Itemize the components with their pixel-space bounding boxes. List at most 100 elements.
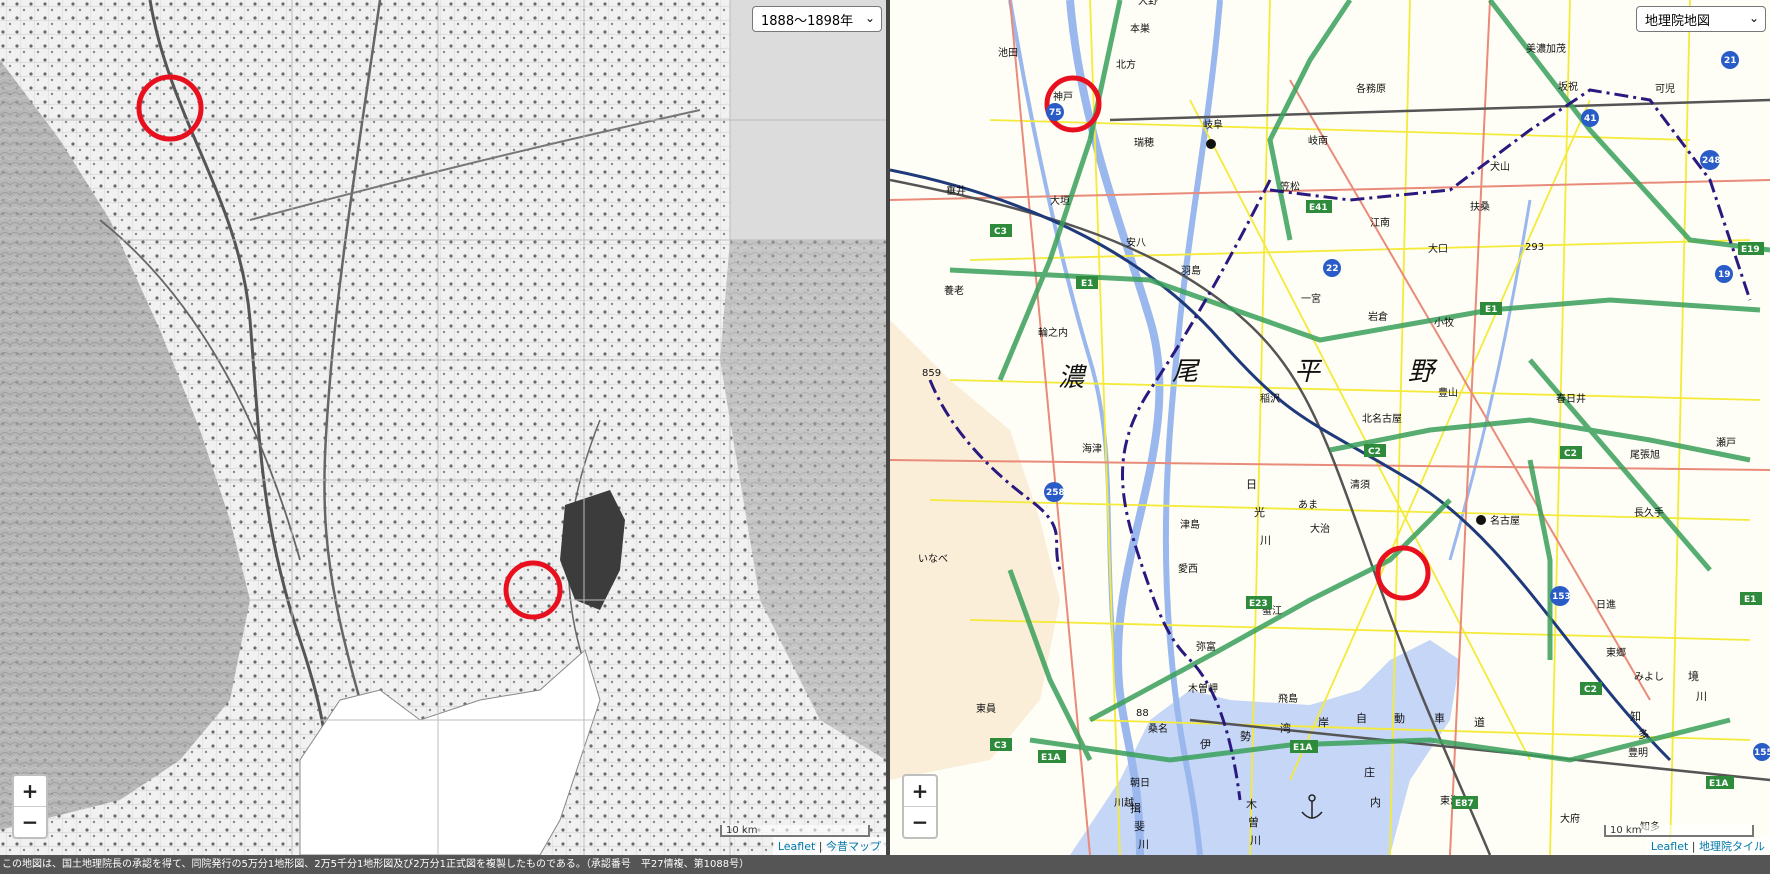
svg-text:曽: 曽	[1248, 815, 1259, 829]
attribution: Leaflet | 地理院タイル	[1645, 837, 1770, 855]
place-label: 池田	[998, 46, 1018, 59]
place-label: 桑名	[1148, 722, 1168, 735]
place-label: 岐阜	[1203, 118, 1223, 131]
attr-sep: |	[1691, 840, 1696, 853]
leaflet-link[interactable]: Leaflet	[778, 840, 815, 853]
svg-text:日: 日	[1246, 478, 1257, 491]
svg-text:内: 内	[1370, 795, 1381, 809]
place-label: 88	[1136, 708, 1149, 719]
svg-text:41: 41	[1584, 114, 1597, 124]
svg-text:川: 川	[1696, 690, 1707, 703]
svg-text:153: 153	[1552, 592, 1571, 602]
place-label: 朝日	[1130, 777, 1150, 789]
place-label: いなべ	[918, 553, 948, 565]
source-link[interactable]: 今昔マップ	[826, 840, 881, 853]
gsi-map-pane[interactable]: 大野 本巣 池田 北方 神戸 美濃加茂 坂祝 可児 各務原 瑞穂 岐阜 岐南 垂…	[890, 0, 1770, 855]
place-label: 瀬戸	[1716, 437, 1736, 449]
place-label: 瑞穂	[1134, 136, 1154, 149]
place-label: 大府	[1560, 812, 1580, 825]
place-label: 飛島	[1278, 692, 1298, 705]
svg-text:22: 22	[1326, 264, 1339, 274]
place-label: 神戸	[1053, 90, 1073, 103]
svg-text:木: 木	[1246, 798, 1257, 811]
zoom-in-button[interactable]: +	[14, 776, 46, 806]
svg-text:勢: 勢	[1240, 729, 1251, 743]
place-label: 東郷	[1606, 646, 1626, 659]
place-label: 養老	[944, 284, 964, 297]
svg-text:258: 258	[1046, 488, 1065, 498]
svg-text:車: 車	[1434, 711, 1445, 725]
svg-text:道: 道	[1474, 715, 1485, 729]
svg-text:75: 75	[1049, 108, 1062, 118]
zoom-control-left: + −	[12, 774, 48, 839]
attribution: Leaflet | 今昔マップ	[772, 837, 886, 855]
place-label: 豊山	[1438, 386, 1458, 399]
layer-select[interactable]: 地理院地図 ⌄	[1636, 6, 1766, 32]
svg-text:斐: 斐	[1134, 820, 1145, 833]
svg-text:155: 155	[1754, 748, 1770, 758]
historic-map-pane[interactable]: 1888～1898年 ⌄ + − 10 km Leaflet | 今昔マップ	[0, 0, 886, 855]
place-label: 春日井	[1556, 392, 1586, 405]
footer-text: この地図は、国土地理院長の承認を得て、同院発行の5万分1地形図、2万5千分1地形…	[2, 859, 750, 870]
svg-text:C2: C2	[1368, 447, 1381, 457]
zoom-out-button[interactable]: −	[14, 806, 46, 837]
place-label: 日進	[1596, 599, 1616, 611]
city-marker-gifu	[1206, 139, 1216, 149]
svg-text:湾: 湾	[1280, 721, 1291, 735]
place-label: 北名古屋	[1362, 412, 1402, 425]
place-label: 北方	[1116, 58, 1136, 71]
svg-text:21: 21	[1724, 56, 1737, 66]
svg-text:尾: 尾	[1172, 357, 1201, 387]
place-label: 小牧	[1434, 316, 1454, 329]
svg-text:自: 自	[1356, 712, 1367, 725]
layer-select-value: 地理院地図	[1645, 13, 1711, 29]
chevron-down-icon: ⌄	[864, 11, 875, 25]
svg-text:伊: 伊	[1200, 738, 1211, 751]
zoom-out-button[interactable]: −	[904, 806, 936, 837]
place-label: 293	[1525, 242, 1544, 253]
svg-text:E1: E1	[1744, 595, 1756, 605]
svg-text:濃: 濃	[1058, 363, 1087, 393]
zoom-control-right: + −	[902, 774, 938, 839]
svg-text:E87: E87	[1455, 799, 1474, 809]
place-label: 輪之内	[1038, 326, 1068, 339]
place-label: 大垣	[1050, 194, 1070, 207]
scale-label: 10 km	[726, 825, 758, 836]
place-label: みよし	[1634, 671, 1664, 683]
place-label: 坂祝	[1558, 80, 1578, 93]
place-label: 扶桑	[1470, 200, 1490, 213]
svg-text:平: 平	[1294, 357, 1323, 387]
era-select-value: 1888～1898年	[761, 13, 854, 29]
svg-text:C2: C2	[1584, 685, 1597, 695]
place-label: 岩倉	[1368, 310, 1388, 323]
svg-text:岸: 岸	[1318, 716, 1329, 729]
copyright-footer: この地図は、国土地理院長の承認を得て、同院発行の5万分1地形図、2万5千分1地形…	[0, 855, 1770, 874]
place-label: 愛西	[1178, 562, 1198, 575]
zoom-in-button[interactable]: +	[904, 776, 936, 806]
gsi-map-canvas[interactable]: 大野 本巣 池田 北方 神戸 美濃加茂 坂祝 可児 各務原 瑞穂 岐阜 岐南 垂…	[890, 0, 1770, 855]
source-link[interactable]: 地理院タイル	[1699, 840, 1765, 853]
city-marker-nagoya	[1476, 515, 1486, 525]
place-label: 木曽岬	[1188, 682, 1218, 695]
svg-text:E1: E1	[1485, 305, 1497, 315]
place-label: 安八	[1126, 236, 1146, 249]
svg-text:E1: E1	[1081, 279, 1093, 289]
historic-map-canvas[interactable]	[0, 0, 886, 855]
chevron-down-icon: ⌄	[1748, 11, 1759, 25]
place-label: 尾張旭	[1630, 449, 1660, 461]
svg-text:光: 光	[1254, 505, 1265, 519]
svg-text:E19: E19	[1741, 245, 1760, 255]
place-label: 東員	[976, 702, 996, 715]
leaflet-link[interactable]: Leaflet	[1651, 840, 1688, 853]
place-label: 豊明	[1628, 746, 1648, 759]
svg-text:E1A: E1A	[1709, 779, 1728, 789]
svg-text:川: 川	[1260, 534, 1271, 547]
svg-text:川: 川	[1138, 838, 1149, 851]
place-label: 垂井	[946, 184, 966, 197]
place-label: 名古屋	[1490, 514, 1520, 527]
place-label: 美濃加茂	[1526, 42, 1566, 55]
era-select[interactable]: 1888～1898年 ⌄	[752, 6, 882, 32]
place-label: 大口	[1428, 242, 1448, 255]
place-label: 岐南	[1308, 134, 1328, 147]
svg-text:野: 野	[1408, 357, 1438, 387]
